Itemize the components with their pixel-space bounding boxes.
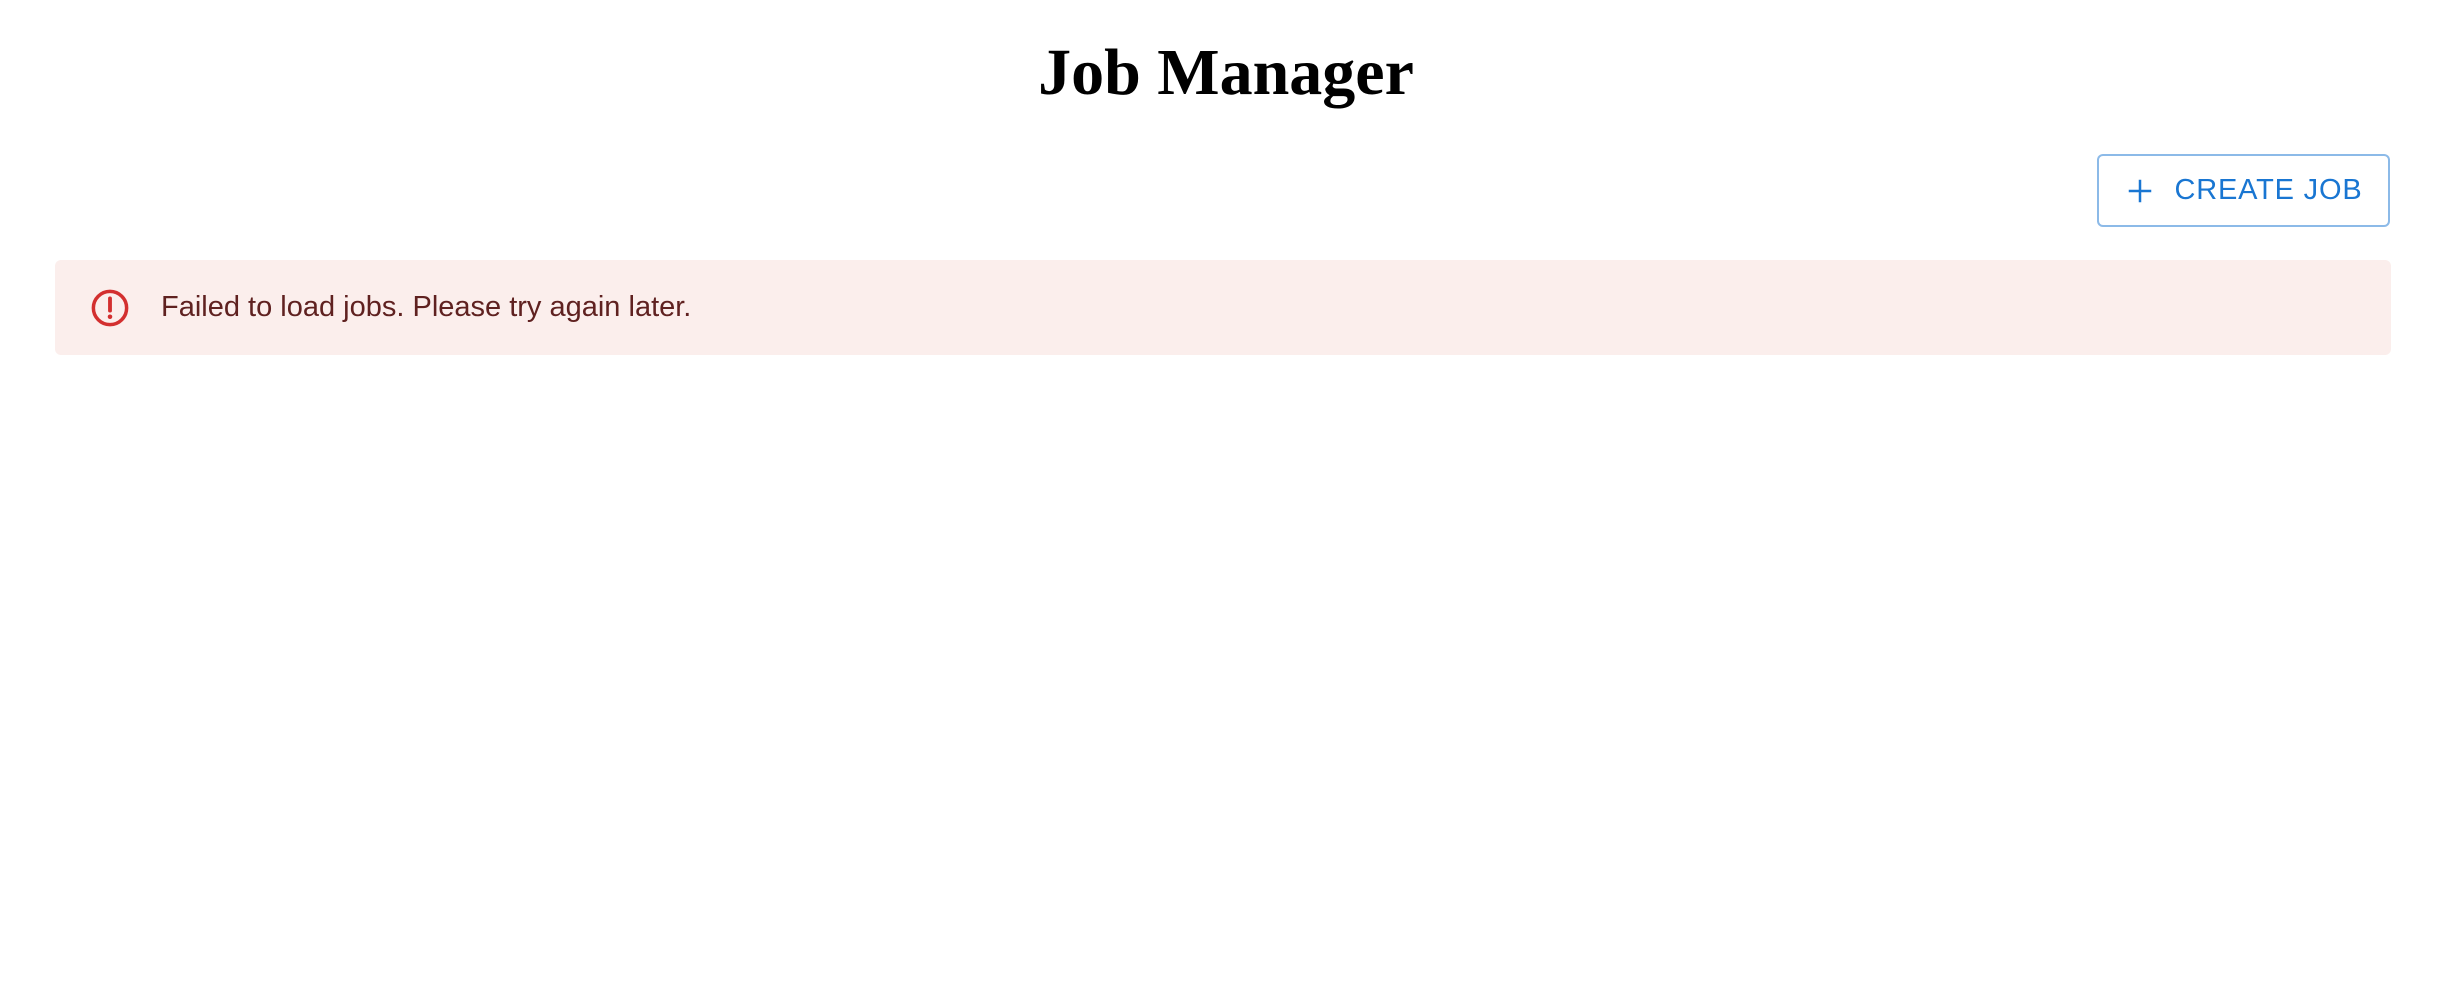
job-manager-page: Job Manager CREATE JOB Failed to load jo… bbox=[0, 0, 2452, 982]
error-alert: Failed to load jobs. Please try again la… bbox=[55, 260, 2391, 355]
alert-message: Failed to load jobs. Please try again la… bbox=[161, 291, 692, 323]
plus-icon bbox=[2125, 176, 2155, 206]
error-outline-icon bbox=[89, 287, 131, 329]
page-title: Job Manager bbox=[1038, 36, 1414, 109]
create-job-button[interactable]: CREATE JOB bbox=[2097, 154, 2390, 227]
create-job-label: CREATE JOB bbox=[2174, 174, 2363, 206]
